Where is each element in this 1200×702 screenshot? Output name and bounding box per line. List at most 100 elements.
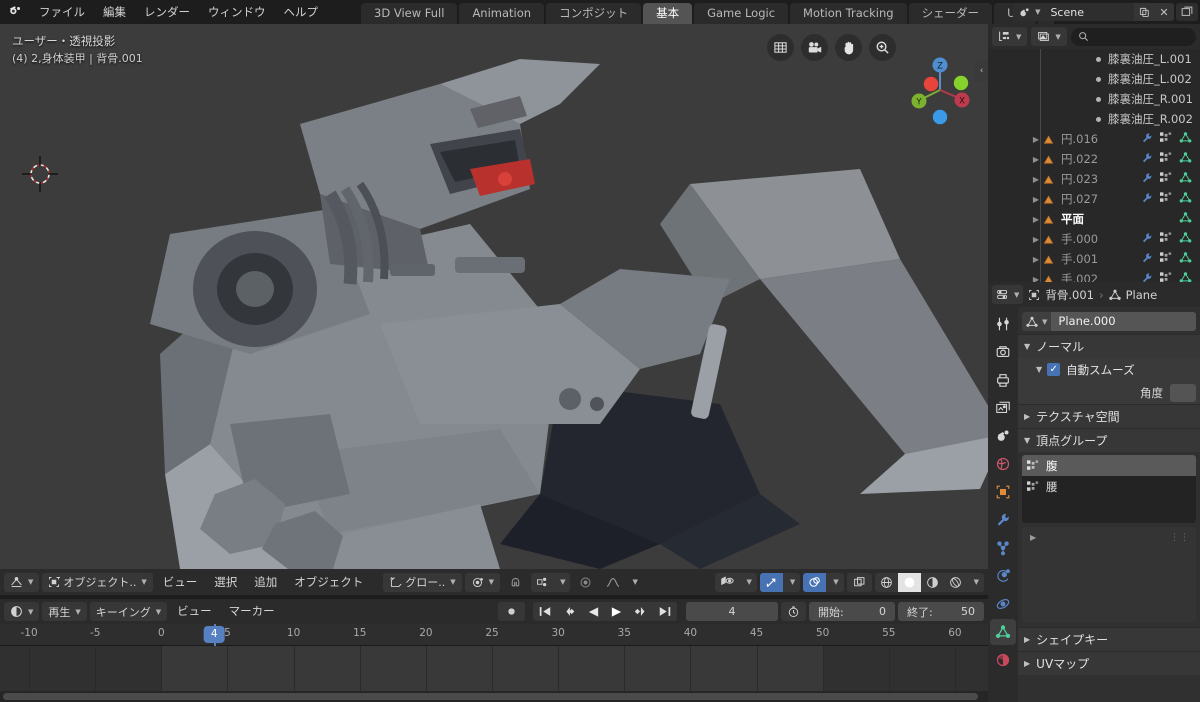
next-keyframe-icon[interactable] xyxy=(628,602,653,621)
duplicate-icon[interactable] xyxy=(1134,3,1154,21)
outliner-row[interactable]: 膝裏油圧_R.002 xyxy=(988,109,1200,129)
prev-keyframe-icon[interactable] xyxy=(557,602,582,621)
breadcrumb-object-label[interactable]: 背骨.001 xyxy=(1045,287,1094,303)
shading-solid-button[interactable] xyxy=(897,572,921,592)
modifier-icon[interactable] xyxy=(1141,272,1153,283)
properties-tab-modifiers[interactable] xyxy=(990,507,1016,533)
workspace-tab-basic[interactable]: 基本 xyxy=(643,3,693,24)
properties-tab-object[interactable] xyxy=(990,479,1016,505)
outliner-row[interactable]: ▶ 円.016 xyxy=(988,129,1200,149)
vertex-group-options-panel[interactable]: ▶ ⋮⋮ xyxy=(1022,527,1196,623)
outliner-row[interactable]: ▶ 手.001 xyxy=(988,249,1200,269)
gizmo-dropdown[interactable]: ▼ xyxy=(783,573,800,592)
vertex-group-icon[interactable] xyxy=(1160,132,1172,146)
pivot-point-icon[interactable]: ▼ xyxy=(464,572,501,592)
grid-toggle-icon[interactable] xyxy=(767,34,794,61)
properties-tab-tool[interactable] xyxy=(990,311,1016,337)
scene-datablock-field[interactable]: ▼ Scene ✕ xyxy=(1013,3,1174,21)
viewport-sidebar-toggle[interactable]: ‹ xyxy=(975,60,988,82)
scene-name[interactable]: Scene xyxy=(1043,6,1134,19)
timeline-menu-view[interactable]: ビュー xyxy=(170,602,219,621)
timeline-ruler[interactable]: -10 -5 0 5 10 15 20 25 30 35 40 45 50 55 60 4 xyxy=(0,624,988,646)
viewport-menu-select[interactable]: 選択 xyxy=(207,573,244,592)
auto-keying-record-icon[interactable] xyxy=(498,602,525,621)
timeline-track-area[interactable] xyxy=(0,646,988,691)
properties-tab-view-layer[interactable] xyxy=(990,395,1016,421)
interaction-mode-selector[interactable]: オブジェクト.. ▼ xyxy=(42,572,153,592)
mesh-datablock-name[interactable]: Plane.000 xyxy=(1051,312,1196,331)
vertex-group-list[interactable]: 腹 腰 xyxy=(1022,455,1196,523)
mesh-data-icon[interactable] xyxy=(1179,231,1192,247)
jump-end-icon[interactable] xyxy=(653,602,677,621)
transform-orientation-selector[interactable]: グロー.. ▼ xyxy=(383,572,462,592)
vertex-group-icon[interactable] xyxy=(1160,152,1172,166)
modifier-icon[interactable] xyxy=(1141,252,1153,267)
shading-rendered-button[interactable] xyxy=(944,573,967,592)
menu-edit[interactable]: 編集 xyxy=(94,0,135,24)
workspace-tab-motion-tracking[interactable]: Motion Tracking xyxy=(790,3,907,24)
mesh-data-icon[interactable] xyxy=(1179,131,1192,147)
close-icon[interactable]: ✕ xyxy=(1154,3,1174,21)
shading-material-button[interactable] xyxy=(921,573,944,592)
menu-file[interactable]: ファイル xyxy=(30,0,94,24)
overlays-toggle-icon[interactable] xyxy=(803,572,827,592)
mesh-data-icon[interactable] xyxy=(1179,151,1192,167)
modifier-icon[interactable] xyxy=(1141,172,1153,187)
play-reverse-icon[interactable] xyxy=(582,602,605,621)
vertex-group-icon[interactable] xyxy=(1160,172,1172,186)
vertex-group-icon[interactable] xyxy=(1160,272,1172,282)
mesh-data-icon[interactable] xyxy=(1179,211,1192,227)
timeline-horizontal-scrollbar[interactable] xyxy=(0,691,988,702)
section-uv-maps[interactable]: ▶ UVマップ xyxy=(1018,651,1200,675)
frame-end-field[interactable]: 終了: 50 xyxy=(898,602,984,621)
mesh-data-icon[interactable] xyxy=(1179,171,1192,187)
modifier-icon[interactable] xyxy=(1141,192,1153,207)
timeline-menu-keying[interactable]: キーイング ▼ xyxy=(89,602,168,621)
play-icon[interactable] xyxy=(605,602,628,621)
viewport-menu-object[interactable]: オブジェクト xyxy=(287,573,370,592)
viewport-menu-add[interactable]: 追加 xyxy=(247,573,284,592)
properties-tab-material[interactable] xyxy=(990,647,1016,673)
mesh-data-icon[interactable]: ▼ xyxy=(1022,312,1052,331)
properties-tab-constraints[interactable] xyxy=(990,591,1016,617)
workspace-tab-animation[interactable]: Animation xyxy=(459,3,545,24)
breadcrumb-data-label[interactable]: Plane xyxy=(1126,288,1158,302)
properties-tab-world[interactable] xyxy=(990,451,1016,477)
view-layer-icon[interactable] xyxy=(1176,3,1198,21)
outliner-row[interactable]: ▶ 手.002 xyxy=(988,269,1200,282)
falloff-dropdown[interactable]: ▼ xyxy=(625,573,642,592)
vertex-group-icon[interactable] xyxy=(1160,232,1172,246)
blender-logo-icon[interactable] xyxy=(0,0,30,24)
workspace-tab-compositing[interactable]: コンポジット xyxy=(546,3,642,24)
outliner-filter-icon[interactable]: ▼ xyxy=(1031,27,1067,46)
camera-view-icon[interactable] xyxy=(801,34,828,61)
outliner-row[interactable]: ▶ 平面 xyxy=(988,209,1200,229)
object-visibility-icon[interactable] xyxy=(715,573,739,592)
workspace-tab-shading[interactable]: シェーダー xyxy=(908,3,993,24)
timeline-menu-playback[interactable]: 再生 ▼ xyxy=(42,602,87,621)
modifier-icon[interactable] xyxy=(1141,152,1153,167)
object-visibility-dropdown[interactable]: ▼ xyxy=(739,573,756,592)
vertex-group-item[interactable]: 腰 xyxy=(1022,476,1196,497)
preview-range-icon[interactable] xyxy=(781,602,806,621)
outliner-search-input[interactable] xyxy=(1070,27,1196,46)
shading-wireframe-button[interactable] xyxy=(875,573,898,592)
outliner-editor[interactable]: ▼ ▼ 膝裏油圧_L.001 膝裏油圧_L.002 膝裏油圧_R.001 膝裏油圧_R… xyxy=(988,24,1200,282)
timeline-menu-marker[interactable]: マーカー xyxy=(222,602,282,621)
mesh-data-icon[interactable] xyxy=(1108,289,1121,301)
section-shape-keys[interactable]: ▶ シェイプキー xyxy=(1018,627,1200,651)
properties-tab-physics[interactable] xyxy=(990,563,1016,589)
proportional-edit-icon[interactable] xyxy=(573,573,598,592)
outliner-row[interactable]: ▶ 円.023 xyxy=(988,169,1200,189)
overlays-dropdown[interactable]: ▼ xyxy=(826,573,843,592)
menu-render[interactable]: レンダー xyxy=(135,0,199,24)
workspace-tab-3d-view-full[interactable]: 3D View Full xyxy=(361,3,458,24)
timeline-playhead-label[interactable]: 4 xyxy=(203,626,225,643)
snap-magnet-icon[interactable] xyxy=(503,573,528,592)
scene-icon[interactable]: ▼ xyxy=(1013,6,1043,19)
jump-start-icon[interactable] xyxy=(533,602,557,621)
outliner-row[interactable]: 膝裏油圧_R.001 xyxy=(988,89,1200,109)
navigation-axis-gizmo[interactable]: Z Y X xyxy=(904,54,976,126)
editor-type-timeline-icon[interactable]: ▼ xyxy=(4,602,40,621)
editor-type-properties-icon[interactable]: ▼ xyxy=(992,285,1024,304)
